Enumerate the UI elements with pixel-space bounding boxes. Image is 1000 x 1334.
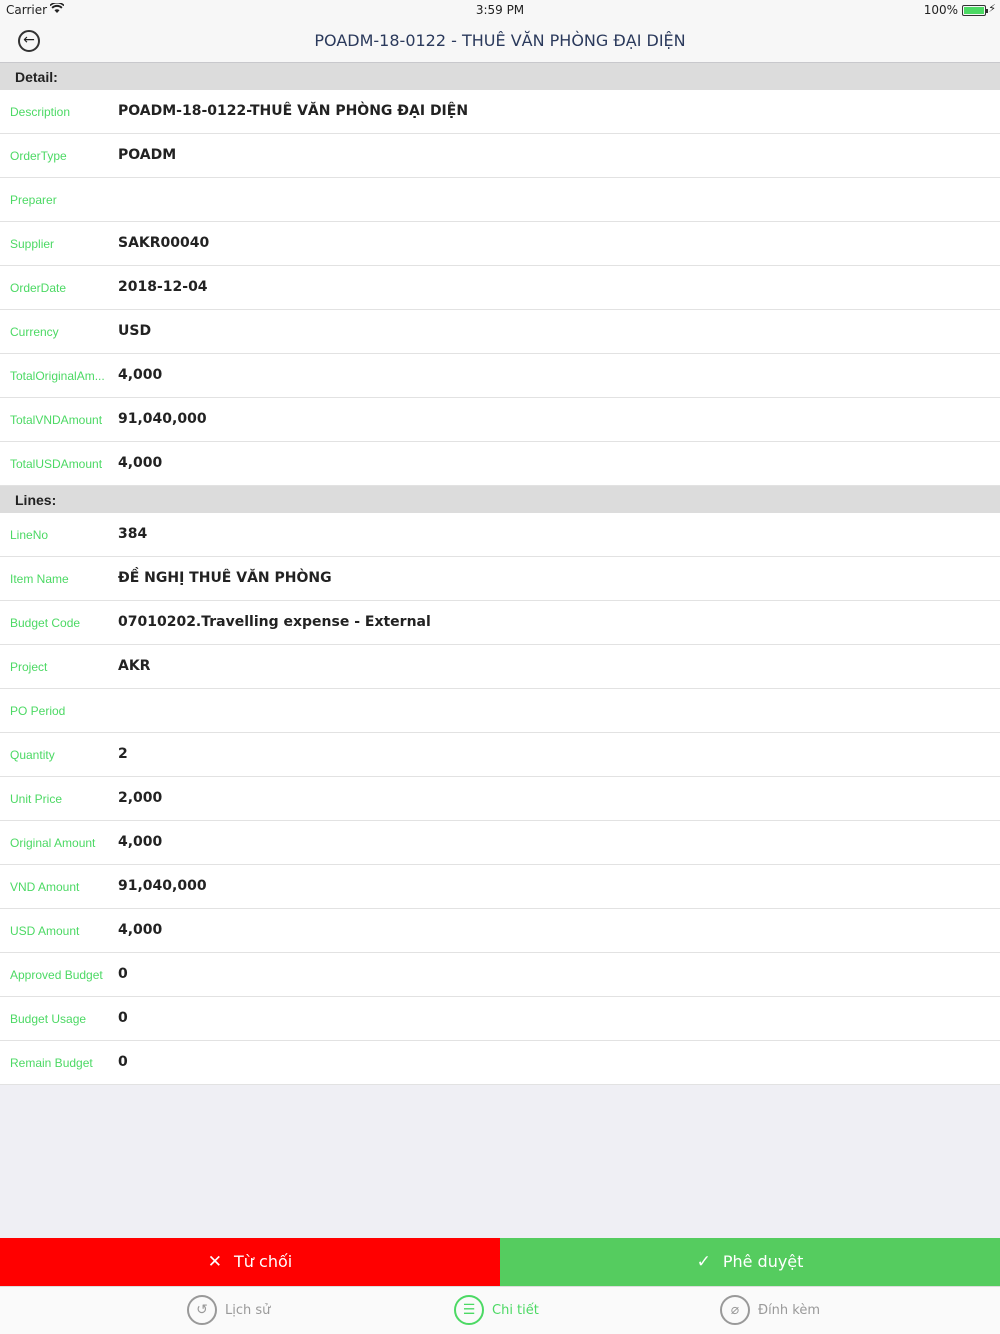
tab-detail[interactable]: ☰ Chi tiết bbox=[454, 1287, 654, 1334]
row-label: Preparer bbox=[10, 193, 57, 207]
tab-attachment[interactable]: ⌀ Đính kèm bbox=[720, 1287, 920, 1334]
list-icon: ☰ bbox=[454, 1295, 484, 1325]
row-label: Supplier bbox=[10, 237, 55, 251]
row-label: Approved Budget bbox=[10, 968, 103, 982]
row-label: Unit Price bbox=[10, 792, 63, 806]
row-label: OrderType bbox=[10, 149, 67, 163]
charging-icon: ⚡ bbox=[988, 2, 996, 15]
paperclip-icon: ⌀ bbox=[720, 1295, 750, 1325]
row-value: ĐỀ NGHỊ THUÊ VĂN PHÒNG bbox=[118, 570, 332, 586]
row-value: 2,000 bbox=[118, 790, 163, 806]
row-value: SAKR00040 bbox=[118, 235, 210, 251]
row-label: USD Amount bbox=[10, 924, 80, 938]
row-value: AKR bbox=[118, 658, 151, 674]
row-value: USD bbox=[118, 323, 152, 339]
battery-icon bbox=[962, 5, 988, 16]
clock: 3:59 PM bbox=[475, 3, 525, 17]
table-row: Preparer bbox=[0, 178, 1000, 222]
row-value: 4,000 bbox=[118, 367, 163, 383]
row-label: TotalOriginalAm... bbox=[10, 369, 105, 383]
table-row: TotalOriginalAm... 4,000 bbox=[0, 354, 1000, 398]
table-row: Description POADM-18-0122-THUÊ VĂN PHÒNG … bbox=[0, 90, 1000, 134]
row-label: Description bbox=[10, 105, 71, 119]
row-label: Budget Usage bbox=[10, 1012, 87, 1026]
row-label: Project bbox=[10, 660, 48, 674]
tab-history-label: Lịch sử bbox=[225, 1303, 271, 1318]
battery-percent: 100% bbox=[923, 3, 958, 17]
row-label: TotalVNDAmount bbox=[10, 413, 103, 427]
row-value: 4,000 bbox=[118, 834, 163, 850]
table-row: OrderDate 2018-12-04 bbox=[0, 266, 1000, 310]
row-label: Quantity bbox=[10, 748, 55, 762]
row-label: Item Name bbox=[10, 572, 69, 586]
table-row: OrderType POADM bbox=[0, 134, 1000, 178]
table-row: Remain Budget 0 bbox=[0, 1041, 1000, 1085]
approve-button[interactable]: ✓ Phê duyệt bbox=[500, 1238, 1000, 1286]
table-row: Item Name ĐỀ NGHỊ THUÊ VĂN PHÒNG bbox=[0, 557, 1000, 601]
reject-button[interactable]: ✕ Từ chối bbox=[0, 1238, 500, 1286]
row-value: 91,040,000 bbox=[118, 878, 207, 894]
detail-section-header: Detail: bbox=[0, 63, 1000, 90]
tab-bar: ↺ Lịch sử ☰ Chi tiết ⌀ Đính kèm bbox=[0, 1286, 1000, 1334]
page-title: POADM-18-0122 - THUÊ VĂN PHÒNG ĐẠI DIỆN bbox=[314, 31, 686, 50]
row-label: Currency bbox=[10, 325, 59, 339]
table-row: Budget Usage 0 bbox=[0, 997, 1000, 1041]
reject-label: Từ chối bbox=[234, 1252, 293, 1271]
row-label: LineNo bbox=[10, 528, 49, 542]
row-value: 91,040,000 bbox=[118, 411, 207, 427]
check-icon: ✓ bbox=[696, 1252, 711, 1272]
approve-label: Phê duyệt bbox=[722, 1252, 804, 1271]
lines-section-header: Lines: bbox=[0, 486, 1000, 513]
tab-attachment-label: Đính kèm bbox=[758, 1303, 821, 1318]
row-label: PO Period bbox=[10, 704, 66, 718]
tab-history[interactable]: ↺ Lịch sử bbox=[187, 1287, 387, 1334]
row-value: 2 bbox=[118, 746, 128, 762]
row-label: Budget Code bbox=[10, 616, 81, 630]
tab-detail-label: Chi tiết bbox=[492, 1303, 539, 1318]
table-row: TotalUSDAmount 4,000 bbox=[0, 442, 1000, 486]
row-label: TotalUSDAmount bbox=[10, 457, 103, 471]
row-value: 2018-12-04 bbox=[118, 279, 208, 295]
table-row: Original Amount 4,000 bbox=[0, 821, 1000, 865]
row-label: Original Amount bbox=[10, 836, 96, 850]
row-label: Remain Budget bbox=[10, 1056, 93, 1070]
table-row: Unit Price 2,000 bbox=[0, 777, 1000, 821]
row-value: 4,000 bbox=[118, 455, 163, 471]
history-icon: ↺ bbox=[187, 1295, 217, 1325]
row-label: OrderDate bbox=[10, 281, 67, 295]
row-value: 0 bbox=[118, 966, 128, 982]
table-row: Budget Code 07010202.Travelling expense -… bbox=[0, 601, 1000, 645]
row-label: VND Amount bbox=[10, 880, 80, 894]
row-value: POADM bbox=[118, 147, 177, 163]
table-row: PO Period bbox=[0, 689, 1000, 733]
table-row: VND Amount 91,040,000 bbox=[0, 865, 1000, 909]
row-value: POADM-18-0122-THUÊ VĂN PHÒNG ĐẠI DIỆN bbox=[118, 103, 469, 119]
table-row: Project AKR bbox=[0, 645, 1000, 689]
row-value: 0 bbox=[118, 1010, 128, 1026]
status-bar: Carrier 3:59 PM 100% ⚡ bbox=[0, 0, 1000, 20]
table-row: Supplier SAKR00040 bbox=[0, 222, 1000, 266]
table-row: Currency USD bbox=[0, 310, 1000, 354]
row-value: 384 bbox=[118, 526, 148, 542]
table-row: USD Amount 4,000 bbox=[0, 909, 1000, 953]
row-value: 4,000 bbox=[118, 922, 163, 938]
nav-bar: ← POADM-18-0122 - THUÊ VĂN PHÒNG ĐẠI DIỆ… bbox=[0, 20, 1000, 63]
table-row: Approved Budget 0 bbox=[0, 953, 1000, 997]
table-row: Quantity 2 bbox=[0, 733, 1000, 777]
table-row: LineNo 384 bbox=[0, 513, 1000, 557]
row-value: 0 bbox=[118, 1054, 128, 1070]
table-row: TotalVNDAmount 91,040,000 bbox=[0, 398, 1000, 442]
row-value: 07010202.Travelling expense - External bbox=[118, 614, 431, 630]
close-icon: ✕ bbox=[207, 1252, 223, 1272]
